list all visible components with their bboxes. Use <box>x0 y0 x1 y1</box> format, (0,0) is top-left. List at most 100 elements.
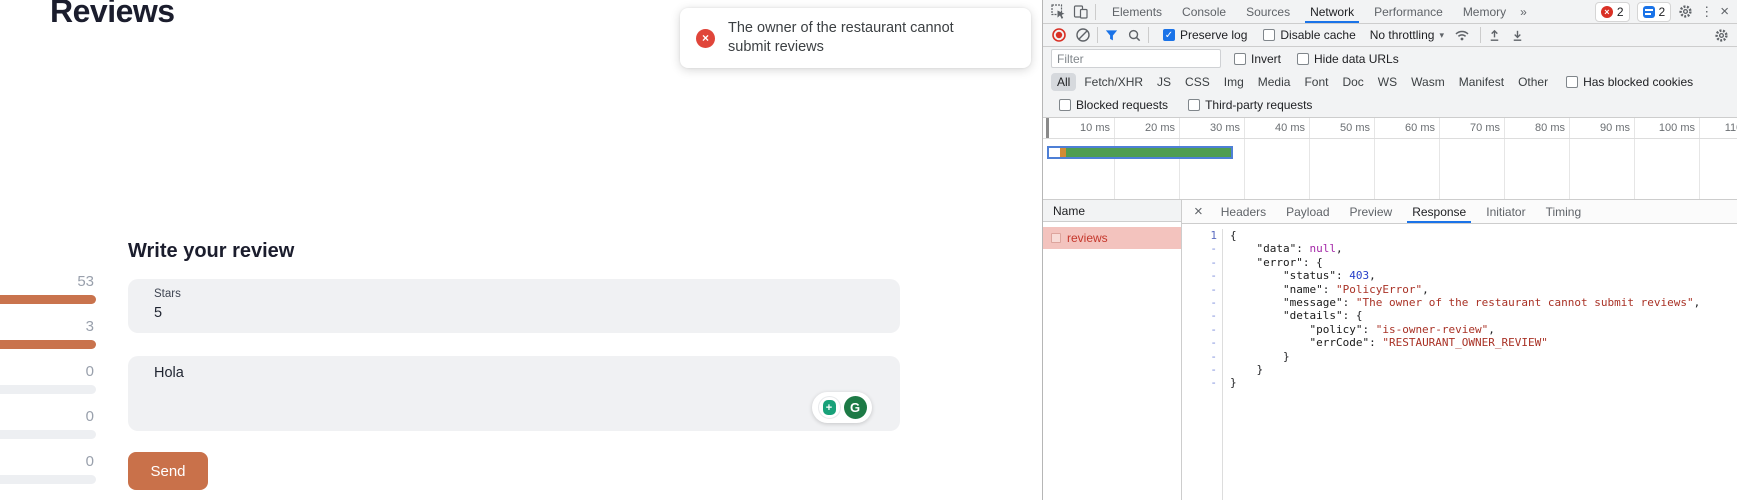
json-token: "is-owner-review" <box>1376 323 1489 336</box>
tab-performance[interactable]: Performance <box>1364 0 1453 23</box>
hide-data-urls-toggle[interactable]: Hide data URLs <box>1297 52 1399 66</box>
request-overview-bar[interactable] <box>1047 146 1233 159</box>
tab-memory[interactable]: Memory <box>1453 0 1516 23</box>
search-icon[interactable] <box>1127 28 1142 43</box>
devtools-close-icon[interactable]: × <box>1720 3 1729 20</box>
rating-bar <box>0 295 96 304</box>
grammarly-g-icon[interactable]: G <box>844 396 867 419</box>
invert-toggle[interactable]: Invert <box>1234 52 1281 66</box>
chip-all[interactable]: All <box>1051 73 1076 91</box>
timeline-overview[interactable]: 10 ms20 ms30 ms40 ms50 ms60 ms70 ms80 ms… <box>1043 118 1737 200</box>
request-row[interactable]: reviews <box>1043 227 1181 249</box>
rating-bar <box>0 430 96 439</box>
details-tab-response[interactable]: Response <box>1402 200 1476 223</box>
device-toolbar-icon[interactable] <box>1073 4 1089 20</box>
third-party-requests-toggle[interactable]: Third-party requests <box>1188 98 1312 112</box>
rating-row: 3 <box>0 319 96 364</box>
timeline-tick-label: 90 ms <box>1574 122 1630 134</box>
code-line: "error": { <box>1230 256 1700 269</box>
name-column-header[interactable]: Name <box>1043 200 1181 222</box>
settings-gear-icon[interactable] <box>1678 4 1693 19</box>
network-conditions-icon[interactable] <box>1454 27 1470 43</box>
code-line: "details": { <box>1230 309 1700 322</box>
error-badge-count: 2 <box>1617 5 1624 19</box>
chip-js[interactable]: JS <box>1151 73 1177 91</box>
grammarly-suggestion-icon[interactable]: + <box>818 396 841 419</box>
code-line: { <box>1230 229 1700 242</box>
inspect-icon[interactable] <box>1051 4 1067 20</box>
filter-input[interactable] <box>1051 49 1221 68</box>
unchecked-checkbox-icon[interactable] <box>1566 76 1578 88</box>
code-line: } <box>1230 376 1700 389</box>
chip-css[interactable]: CSS <box>1179 73 1216 91</box>
grammarly-widget[interactable]: + G <box>812 392 872 423</box>
unchecked-checkbox-icon[interactable] <box>1234 53 1246 65</box>
issues-badge-count: 2 <box>1659 5 1666 19</box>
tab-network[interactable]: Network <box>1300 0 1364 23</box>
chip-wasm[interactable]: Wasm <box>1405 73 1451 91</box>
rating-bar <box>0 385 96 394</box>
details-tab-timing[interactable]: Timing <box>1536 200 1592 223</box>
chip-media[interactable]: Media <box>1252 73 1297 91</box>
chip-img[interactable]: Img <box>1218 73 1250 91</box>
details-tab-headers[interactable]: Headers <box>1211 200 1276 223</box>
has-blocked-cookies-toggle[interactable]: Has blocked cookies <box>1566 75 1693 89</box>
review-textarea[interactable]: Hola + G <box>128 356 900 431</box>
filter-funnel-icon[interactable] <box>1104 28 1119 43</box>
errors-badge[interactable]: × 2 <box>1595 2 1630 22</box>
more-tabs-chevron[interactable]: » <box>1520 5 1527 19</box>
disable-cache-toggle[interactable]: Disable cache <box>1263 28 1355 42</box>
record-icon[interactable] <box>1051 27 1067 43</box>
chip-fetch-xhr[interactable]: Fetch/XHR <box>1078 73 1149 91</box>
chip-font[interactable]: Font <box>1298 73 1334 91</box>
json-token: , <box>1422 283 1429 296</box>
unchecked-checkbox-icon[interactable] <box>1059 99 1071 111</box>
error-circle-icon: × <box>696 29 715 48</box>
network-main: Name reviews × HeadersPayloadPreviewResp… <box>1043 200 1737 500</box>
resource-chip-row: AllFetch/XHRJSCSSImgMediaFontDocWSWasmMa… <box>1043 70 1737 93</box>
clear-icon[interactable] <box>1075 27 1091 43</box>
rating-row: 0 <box>0 454 96 499</box>
tab-sources[interactable]: Sources <box>1236 0 1300 23</box>
blocked-requests-toggle[interactable]: Blocked requests <box>1059 98 1168 112</box>
chip-manifest[interactable]: Manifest <box>1453 73 1510 91</box>
details-close-icon[interactable]: × <box>1194 203 1203 220</box>
json-token: "status" <box>1230 269 1336 282</box>
json-token: 403 <box>1349 269 1369 282</box>
stars-field[interactable]: Stars 5 <box>128 279 900 333</box>
checked-checkbox-icon[interactable]: ✓ <box>1163 29 1175 41</box>
details-tab-payload[interactable]: Payload <box>1276 200 1339 223</box>
timeline-tick-label: 30 ms <box>1184 122 1240 134</box>
waterfall-waiting-segment <box>1049 148 1060 157</box>
unchecked-checkbox-icon[interactable] <box>1263 29 1275 41</box>
divider <box>1148 27 1149 43</box>
json-token: , <box>1488 323 1495 336</box>
preserve-log-toggle[interactable]: ✓ Preserve log <box>1163 28 1247 42</box>
send-button[interactable]: Send <box>128 452 208 490</box>
details-tab-preview[interactable]: Preview <box>1340 200 1403 223</box>
unchecked-checkbox-icon[interactable] <box>1297 53 1309 65</box>
chip-other[interactable]: Other <box>1512 73 1554 91</box>
chip-ws[interactable]: WS <box>1372 73 1403 91</box>
issues-badge[interactable]: 2 <box>1637 2 1672 22</box>
unchecked-checkbox-icon[interactable] <box>1188 99 1200 111</box>
details-tab-initiator[interactable]: Initiator <box>1476 200 1535 223</box>
request-name-column: Name reviews <box>1043 200 1182 500</box>
tab-console[interactable]: Console <box>1172 0 1236 23</box>
json-token: "errCode" <box>1230 336 1369 349</box>
tab-elements[interactable]: Elements <box>1102 0 1172 23</box>
line-number-gutter: 1----------- <box>1182 229 1223 500</box>
divider <box>1480 27 1481 43</box>
chip-doc[interactable]: Doc <box>1336 73 1369 91</box>
throttling-dropdown[interactable]: No throttling ▾ <box>1370 28 1444 42</box>
response-viewer[interactable]: 1----------- { "data": null, "error": { … <box>1182 224 1737 500</box>
network-settings-gear-icon[interactable] <box>1714 28 1729 43</box>
json-token: : <box>1323 283 1336 296</box>
response-json: { "data": null, "error": { "status": 403… <box>1223 229 1700 500</box>
kebab-menu-icon[interactable]: ⋮ <box>1700 4 1713 20</box>
gridline <box>1439 118 1440 199</box>
import-har-icon[interactable] <box>1487 28 1502 43</box>
export-har-icon[interactable] <box>1510 28 1525 43</box>
json-token: : <box>1296 242 1309 255</box>
json-token: : { <box>1343 309 1363 322</box>
